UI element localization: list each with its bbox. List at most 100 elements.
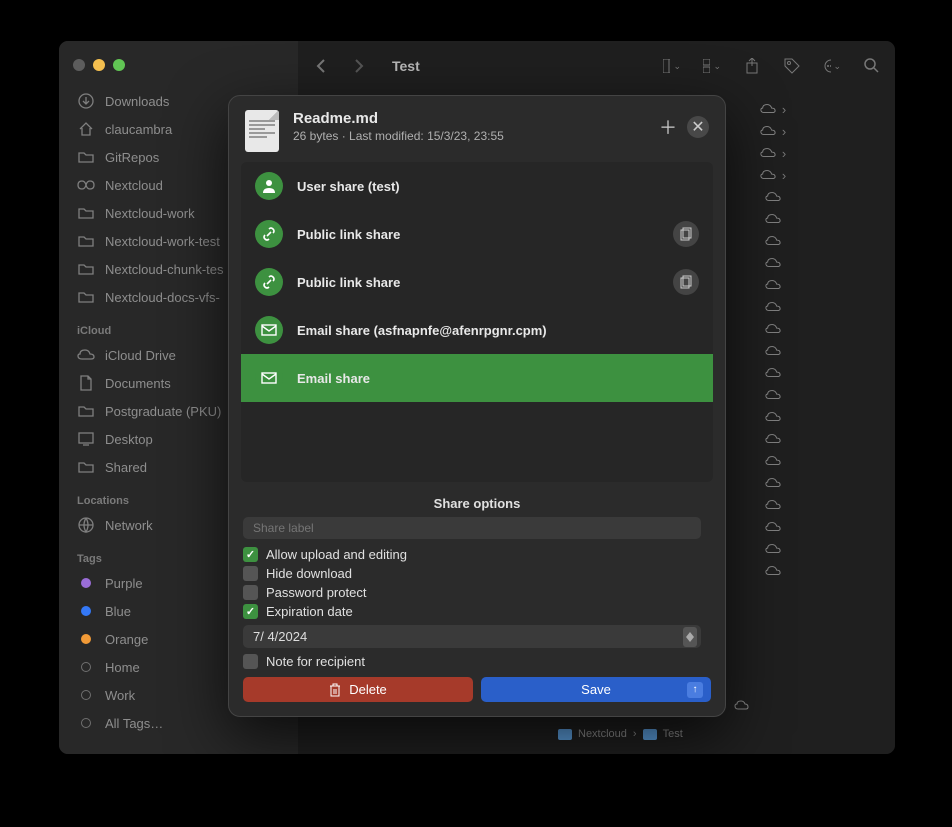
globe-icon (77, 516, 95, 534)
traffic-lights (59, 51, 298, 87)
copy-link-button[interactable] (673, 221, 699, 247)
share-row-4[interactable]: Email share (241, 354, 713, 402)
sidebar-item-label: Downloads (105, 94, 169, 109)
checkbox-icon[interactable] (243, 547, 258, 562)
forward-button[interactable] (350, 57, 368, 75)
share-options: Allow upload and editing Hide download P… (229, 517, 725, 716)
file-thumbnail (245, 110, 279, 152)
sidebar-item-label: Blue (105, 604, 131, 619)
cloud-icon (760, 145, 776, 161)
sidebar-item-label: Nextcloud-docs-vfs- (105, 290, 220, 305)
share-label: Public link share (297, 227, 659, 242)
sidebar-item-label: Nextcloud-work (105, 206, 195, 221)
cloud-icon (765, 453, 781, 469)
sidebar-item-label: Network (105, 518, 153, 533)
save-arrow-icon: ↑ (687, 682, 703, 698)
sidebar-item-label: Home (105, 660, 140, 675)
toolbar: Test ⌄ ⌄ ⌄ (298, 41, 895, 91)
cloud-icon (765, 387, 781, 403)
sidebar-item-label: Postgraduate (PKU) (105, 404, 221, 419)
date-value: 7/ 4/2024 (253, 629, 307, 644)
back-button[interactable] (312, 57, 330, 75)
share-list: User share (test) Public link share Publ… (241, 162, 713, 482)
sidebar-item-label: Nextcloud-chunk-tes (105, 262, 224, 277)
save-button[interactable]: Save ↑ (481, 677, 711, 702)
doc-icon (77, 374, 95, 392)
folder-icon (77, 288, 95, 306)
cloud-icon (734, 700, 750, 712)
maximize-window-button[interactable] (113, 59, 125, 71)
desktop-icon (77, 430, 95, 448)
share-options-title: Share options (229, 482, 725, 517)
tag-icon[interactable] (783, 57, 801, 75)
date-stepper[interactable] (683, 627, 697, 647)
path-bar[interactable]: Nextcloud › Test (558, 728, 683, 740)
delete-button[interactable]: Delete (243, 677, 473, 702)
cloud-icon (77, 346, 95, 364)
cloud-icon (760, 123, 776, 139)
share-label-input[interactable] (243, 517, 701, 539)
share-sheet: Readme.md 26 bytes · Last modified: 15/3… (228, 95, 726, 717)
sidebar-item-label: Nextcloud (105, 178, 163, 193)
option-label: Allow upload and editing (266, 547, 407, 562)
link-icon (255, 220, 283, 248)
chevron-right-icon: › (633, 728, 637, 740)
cloud-icon (765, 189, 781, 205)
download-icon (77, 92, 95, 110)
delete-label: Delete (349, 682, 387, 697)
cloud-icon (765, 277, 781, 293)
share-icon[interactable] (743, 57, 761, 75)
checkbox-icon[interactable] (243, 585, 258, 600)
copy-link-button[interactable] (673, 269, 699, 295)
link-icon (255, 268, 283, 296)
checkbox-icon[interactable] (243, 604, 258, 619)
sidebar-item-label: Work (105, 688, 135, 703)
close-sheet-button[interactable]: ✕ (687, 116, 709, 138)
expiration-date-input[interactable]: 7/ 4/2024 (243, 625, 701, 648)
option-label: Password protect (266, 585, 366, 600)
option-label: Hide download (266, 566, 352, 581)
group-icon[interactable]: ⌄ (703, 57, 721, 75)
action-icon[interactable]: ⌄ (823, 57, 841, 75)
path-current: Test (663, 728, 683, 740)
tag-dot-icon (77, 714, 95, 732)
share-row-3[interactable]: Email share (asfnapnfe@afenrpgnr.cpm) (241, 306, 713, 354)
columns-view-icon[interactable]: ⌄ (663, 57, 681, 75)
option-hide-download[interactable]: Hide download (243, 564, 711, 583)
minimize-window-button[interactable] (93, 59, 105, 71)
cloud-icon (765, 343, 781, 359)
home-icon (77, 120, 95, 138)
share-row-1[interactable]: Public link share (241, 210, 713, 258)
chevron-right-icon: › (782, 168, 786, 183)
close-window-button[interactable] (73, 59, 85, 71)
window-title: Test (392, 58, 655, 74)
cloud-icon (765, 321, 781, 337)
sidebar-item-label: iCloud Drive (105, 348, 176, 363)
share-row-0[interactable]: User share (test) (241, 162, 713, 210)
folder-icon (77, 458, 95, 476)
folder-icon (643, 729, 657, 740)
tag-dot-icon (77, 686, 95, 704)
option-note-recipient[interactable]: Note for recipient (243, 652, 711, 671)
chevron-right-icon: › (782, 124, 786, 139)
add-share-button[interactable]: ＋ (657, 114, 679, 140)
sidebar-item-label: Documents (105, 376, 171, 391)
mail-icon (255, 316, 283, 344)
cloud-icon (760, 101, 776, 117)
checkbox-icon[interactable] (243, 566, 258, 581)
file-status-column: ›››› (761, 101, 785, 579)
option-expiration-date[interactable]: Expiration date (243, 602, 711, 621)
checkbox-icon[interactable] (243, 654, 258, 669)
cloud-icon (765, 299, 781, 315)
search-icon[interactable] (863, 57, 881, 75)
infinity-icon (77, 176, 95, 194)
sidebar-item-label: Purple (105, 576, 143, 591)
tag-dot-icon (77, 574, 95, 592)
file-name: Readme.md (293, 110, 643, 127)
share-row-2[interactable]: Public link share (241, 258, 713, 306)
option-password-protect[interactable]: Password protect (243, 583, 711, 602)
save-label: Save (581, 682, 611, 697)
option-allow-upload[interactable]: Allow upload and editing (243, 545, 711, 564)
cloud-icon (765, 233, 781, 249)
share-label: Email share (asfnapnfe@afenrpgnr.cpm) (297, 323, 699, 338)
